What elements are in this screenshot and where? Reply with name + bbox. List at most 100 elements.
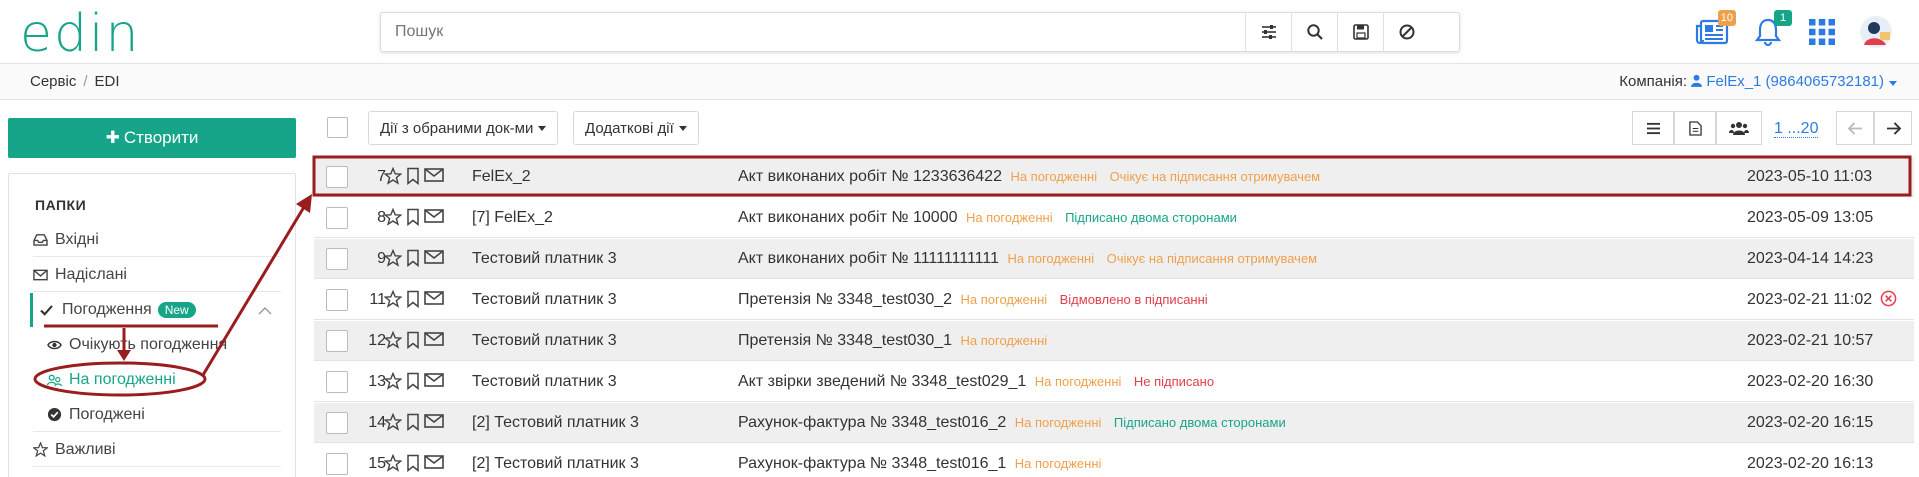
table-row[interactable]: 14 [2] Тестовий платник 3 Рахунок-фактур… <box>314 403 1914 443</box>
envelope-icon[interactable] <box>424 372 444 388</box>
document-title[interactable]: Акт виконаних робіт № 1233636422 <box>738 168 1002 185</box>
breadcrumb-edi[interactable]: EDI <box>95 73 120 90</box>
counterparty[interactable]: FelEx_2 <box>472 168 531 186</box>
envelope-icon <box>33 269 55 281</box>
table-row[interactable]: 13 Тестовий платник 3 Акт звірки зведени… <box>314 362 1914 402</box>
counterparty[interactable]: Тестовий платник 3 <box>472 332 617 350</box>
company-value[interactable]: FelEx_1 (9864065732181) <box>1691 73 1897 90</box>
envelope-icon[interactable] <box>424 167 444 183</box>
counterparty[interactable]: Тестовий платник 3 <box>472 291 617 309</box>
chevron-up-icon[interactable] <box>258 302 272 320</box>
envelope-icon[interactable] <box>424 208 444 224</box>
sidebar-item-important[interactable]: Важливі <box>33 433 281 467</box>
row-checkbox[interactable] <box>326 453 348 475</box>
document-cell[interactable]: Претензія № 3348_test030_2 На погодженні… <box>738 291 1208 309</box>
search-input[interactable] <box>381 13 1281 51</box>
sidebar-item-awaiting-approval[interactable]: Очікують погодження <box>33 328 281 362</box>
grid-icon <box>1809 19 1835 45</box>
envelope-icon[interactable] <box>424 249 444 265</box>
document-cell[interactable]: Акт виконаних робіт № 11111111111 На пог… <box>738 250 1317 268</box>
extra-actions-dropdown[interactable]: Додаткові дії <box>573 111 699 145</box>
counterparty[interactable]: Тестовий платник 3 <box>472 373 617 391</box>
news-button[interactable]: 10 <box>1692 10 1736 50</box>
document-cell[interactable]: Акт звірки зведений № 3348_test029_1 На … <box>738 373 1214 391</box>
document-cell[interactable]: Рахунок-фактура № 3348_test016_1 На пого… <box>738 455 1109 473</box>
star-icon[interactable] <box>384 454 402 472</box>
table-row[interactable]: 15 [2] Тестовий платник 3 Рахунок-фактур… <box>314 444 1914 477</box>
row-checkbox[interactable] <box>326 412 348 434</box>
star-icon[interactable] <box>384 290 402 308</box>
table-row[interactable]: 8 [7] FelEx_2 Акт виконаних робіт № 1000… <box>314 198 1914 238</box>
document-cell[interactable]: Акт виконаних робіт № 1233636422 На пого… <box>738 168 1320 186</box>
document-view-button[interactable] <box>1674 111 1716 145</box>
sidebar-item-inbox[interactable]: Вхідні <box>33 223 281 257</box>
document-title[interactable]: Акт звірки зведений № 3348_test029_1 <box>738 373 1026 390</box>
next-page-button[interactable] <box>1874 111 1912 145</box>
apps-button[interactable] <box>1802 14 1842 50</box>
table-row[interactable]: 12 Тестовий платник 3 Претензія № 3348_t… <box>314 321 1914 361</box>
row-checkbox[interactable] <box>326 207 348 229</box>
document-cell[interactable]: Претензія № 3348_test030_1 На погодженні <box>738 332 1055 350</box>
star-icon[interactable] <box>384 208 402 226</box>
star-icon[interactable] <box>384 331 402 349</box>
pagination-range[interactable]: 1 ...20 <box>1774 120 1819 138</box>
clear-search-button[interactable] <box>1383 13 1429 51</box>
user-avatar[interactable] <box>1856 14 1896 50</box>
prev-page-button[interactable] <box>1836 111 1874 145</box>
bookmark-icon[interactable] <box>406 208 420 226</box>
signing-status: Очікує на підписання отримувачем <box>1109 169 1321 184</box>
company-selector[interactable]: Компанія: FelEx_1 (9864065732181) <box>1619 73 1897 90</box>
envelope-icon[interactable] <box>424 331 444 347</box>
document-title[interactable]: Акт виконаних робіт № 11111111111 <box>738 250 999 267</box>
bookmark-icon[interactable] <box>406 331 420 349</box>
save-search-button[interactable] <box>1337 13 1383 51</box>
document-cell[interactable]: Рахунок-фактура № 3348_test016_2 На пого… <box>738 414 1286 432</box>
counterparty[interactable]: Тестовий платник 3 <box>472 250 617 268</box>
star-icon[interactable] <box>384 249 402 267</box>
list-view-button[interactable] <box>1632 111 1674 145</box>
search-button[interactable] <box>1291 13 1337 51</box>
document-cell[interactable]: Акт виконаних робіт № 10000 На погодженн… <box>738 209 1237 227</box>
document-title[interactable]: Акт виконаних робіт № 10000 <box>738 209 957 226</box>
bookmark-icon[interactable] <box>406 372 420 390</box>
sidebar-item-approved[interactable]: Погоджені <box>33 398 281 432</box>
filter-button[interactable] <box>1245 13 1291 51</box>
row-checkbox[interactable] <box>326 248 348 270</box>
bookmark-icon[interactable] <box>406 167 420 185</box>
row-checkbox[interactable] <box>326 289 348 311</box>
bulk-actions-dropdown[interactable]: Дії з обраними док-ми <box>368 111 559 145</box>
bookmark-icon[interactable] <box>406 290 420 308</box>
row-icons <box>384 249 444 267</box>
row-checkbox[interactable] <box>326 330 348 352</box>
star-icon[interactable] <box>384 413 402 431</box>
table-row[interactable]: 9 Тестовий платник 3 Акт виконаних робіт… <box>314 239 1914 279</box>
envelope-icon[interactable] <box>424 290 444 306</box>
edin-logo[interactable]: edin <box>20 8 140 60</box>
sidebar-item-approval[interactable]: Погодження New <box>30 293 278 327</box>
counterparty[interactable]: [2] Тестовий платник 3 <box>472 455 639 473</box>
bookmark-icon[interactable] <box>406 249 420 267</box>
row-checkbox[interactable] <box>326 371 348 393</box>
sidebar-item-sent[interactable]: Надіслані <box>33 258 281 292</box>
create-button[interactable]: ✚ Створити <box>8 118 296 158</box>
bookmark-icon[interactable] <box>406 454 420 472</box>
counterparty[interactable]: [7] FelEx_2 <box>472 209 553 227</box>
document-title[interactable]: Рахунок-фактура № 3348_test016_1 <box>738 455 1006 472</box>
star-icon[interactable] <box>384 167 402 185</box>
document-title[interactable]: Претензія № 3348_test030_2 <box>738 291 952 308</box>
document-title[interactable]: Рахунок-фактура № 3348_test016_2 <box>738 414 1006 431</box>
notifications-button[interactable]: 1 <box>1748 10 1792 50</box>
table-row[interactable]: 7 FelEx_2 Акт виконаних робіт № 12336364… <box>314 157 1914 197</box>
envelope-icon[interactable] <box>424 413 444 429</box>
bookmark-icon[interactable] <box>406 413 420 431</box>
star-icon[interactable] <box>384 372 402 390</box>
breadcrumb-service[interactable]: Сервіс <box>30 73 76 90</box>
sidebar-item-in-approval[interactable]: На погодженні <box>33 363 281 397</box>
select-all-checkbox[interactable] <box>327 117 348 138</box>
group-view-button[interactable] <box>1716 111 1762 145</box>
envelope-icon[interactable] <box>424 454 444 470</box>
document-title[interactable]: Претензія № 3348_test030_1 <box>738 332 952 349</box>
table-row[interactable]: 11 Тестовий платник 3 Претензія № 3348_t… <box>314 280 1914 320</box>
counterparty[interactable]: [2] Тестовий платник 3 <box>472 414 639 432</box>
row-checkbox[interactable] <box>326 166 348 188</box>
